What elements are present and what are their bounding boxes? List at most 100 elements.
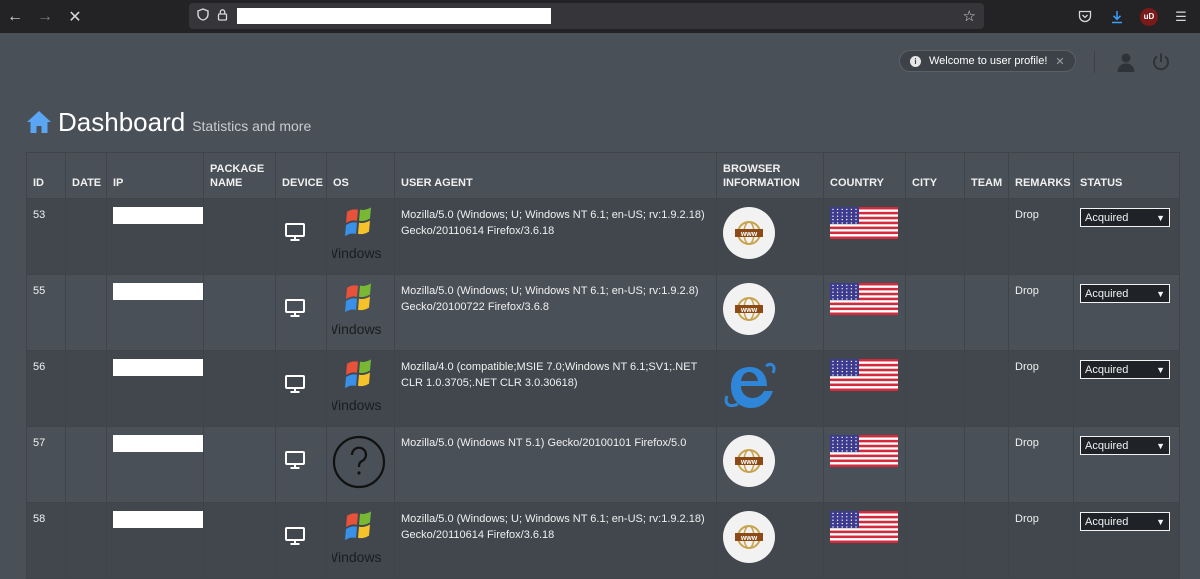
cell-country bbox=[823, 274, 906, 351]
monitor-icon bbox=[285, 375, 305, 393]
cell-city bbox=[905, 502, 965, 579]
column-header[interactable]: OS bbox=[326, 152, 395, 199]
cell-device bbox=[275, 198, 327, 275]
os-label: Windows 7 bbox=[332, 397, 386, 413]
close-icon[interactable]: ✕ bbox=[1055, 55, 1064, 68]
status-select[interactable]: Acquired ▼ bbox=[1080, 436, 1170, 455]
us-flag-icon bbox=[830, 283, 898, 315]
monitor-icon bbox=[285, 299, 305, 317]
pocket-icon[interactable] bbox=[1076, 8, 1094, 26]
power-icon[interactable] bbox=[1151, 52, 1171, 72]
cell-package-name bbox=[203, 426, 276, 503]
cell-package-name bbox=[203, 350, 276, 427]
stop-icon[interactable]: ✕ bbox=[60, 2, 90, 32]
table-row[interactable]: 53 Windows 7 Mozilla/5.0 (Windows; U; Wi… bbox=[26, 198, 1180, 275]
status-select[interactable]: Acquired ▼ bbox=[1080, 208, 1170, 227]
svg-text:www: www bbox=[740, 307, 758, 314]
url-redacted bbox=[237, 8, 551, 24]
cell-user-agent: Mozilla/5.0 (Windows; U; Windows NT 6.1;… bbox=[394, 198, 717, 275]
column-header[interactable]: ID bbox=[26, 152, 66, 199]
svg-text:www: www bbox=[740, 459, 758, 466]
download-icon[interactable] bbox=[1108, 8, 1126, 26]
column-header[interactable]: REMARKS bbox=[1008, 152, 1074, 199]
cell-status: Acquired ▼ bbox=[1073, 502, 1180, 579]
menu-icon[interactable]: ☰ bbox=[1172, 8, 1190, 26]
internet-explorer-icon bbox=[724, 362, 776, 408]
column-header[interactable]: DATE bbox=[65, 152, 107, 199]
svg-text:www: www bbox=[740, 231, 758, 238]
windows7-logo-icon: Windows 7 bbox=[325, 359, 393, 413]
info-icon: i bbox=[910, 55, 921, 67]
back-icon[interactable]: ← bbox=[0, 2, 30, 32]
forward-icon[interactable]: → bbox=[30, 2, 60, 32]
os-label: Windows 7 bbox=[332, 245, 386, 261]
ip-redacted bbox=[113, 207, 207, 224]
status-value: Acquired bbox=[1085, 211, 1129, 224]
column-header[interactable]: DEVICE bbox=[275, 152, 327, 199]
page-subtitle: Statistics and more bbox=[192, 118, 312, 134]
cell-os: Windows 7 bbox=[325, 274, 395, 351]
cell-ip bbox=[106, 198, 207, 275]
cell-os: Windows 7 bbox=[325, 502, 395, 579]
cell-ip bbox=[106, 274, 207, 351]
ip-redacted bbox=[113, 359, 207, 376]
cell-status: Acquired ▼ bbox=[1073, 426, 1180, 503]
status-select[interactable]: Acquired ▼ bbox=[1080, 360, 1170, 379]
column-header[interactable]: CITY bbox=[905, 152, 965, 199]
ip-redacted bbox=[113, 435, 207, 452]
www-globe-icon: www bbox=[723, 207, 775, 259]
svg-text:www: www bbox=[740, 535, 758, 542]
cell-browser-information: www bbox=[716, 198, 824, 275]
status-select[interactable]: Acquired ▼ bbox=[1080, 512, 1170, 531]
column-header[interactable]: IP bbox=[106, 152, 204, 199]
star-icon[interactable]: ☆ bbox=[963, 7, 976, 25]
table-row[interactable]: 56 Windows 7 Mozilla/4.0 (compatible;MSI… bbox=[26, 350, 1180, 427]
cell-id: 53 bbox=[26, 198, 66, 275]
table-row[interactable]: 57 Mozilla/5.0 (Windows NT 5.1) Gecko/20… bbox=[26, 426, 1180, 503]
cell-browser-information bbox=[716, 350, 824, 427]
status-select[interactable]: Acquired ▼ bbox=[1080, 284, 1170, 303]
cell-user-agent: Mozilla/5.0 (Windows NT 5.1) Gecko/20100… bbox=[394, 426, 717, 503]
column-header[interactable]: COUNTRY bbox=[823, 152, 906, 199]
cell-id: 56 bbox=[26, 350, 66, 427]
column-header[interactable]: PACKAGE NAME bbox=[203, 152, 276, 199]
cell-browser-information: www bbox=[716, 274, 824, 351]
table-row[interactable]: 55 Windows 7 Mozilla/5.0 (Windows; U; Wi… bbox=[26, 274, 1180, 351]
us-flag-icon bbox=[830, 435, 898, 467]
cell-team bbox=[964, 502, 1009, 579]
ip-redacted bbox=[113, 511, 207, 528]
url-bar[interactable]: ☆ bbox=[189, 3, 984, 29]
question-mark-icon bbox=[332, 435, 386, 489]
cell-country bbox=[823, 350, 906, 427]
lock-icon[interactable] bbox=[217, 8, 228, 24]
table-row[interactable]: 58 Windows 7 Mozilla/5.0 (Windows; U; Wi… bbox=[26, 502, 1180, 579]
cell-ip bbox=[106, 502, 207, 579]
cell-remarks: Drop bbox=[1008, 426, 1074, 503]
cell-user-agent: Mozilla/4.0 (compatible;MSIE 7.0;Windows… bbox=[394, 350, 717, 427]
column-header[interactable]: BROWSER INFORMATION bbox=[716, 152, 824, 199]
shield-icon[interactable] bbox=[197, 8, 209, 24]
cell-date bbox=[65, 198, 107, 275]
chevron-down-icon: ▼ bbox=[1156, 212, 1165, 223]
welcome-text: Welcome to user profile! bbox=[929, 55, 1048, 67]
column-header[interactable]: STATUS bbox=[1073, 152, 1180, 199]
cell-os bbox=[326, 426, 395, 503]
cell-ip bbox=[106, 426, 207, 503]
chevron-down-icon: ▼ bbox=[1156, 288, 1165, 299]
us-flag-icon bbox=[830, 359, 898, 391]
chevron-down-icon: ▼ bbox=[1156, 440, 1165, 451]
dashboard-page: i Welcome to user profile! ✕ Dashboard S… bbox=[0, 33, 1200, 579]
status-value: Acquired bbox=[1085, 363, 1129, 376]
os-label: Windows 7 bbox=[332, 549, 386, 565]
status-value: Acquired bbox=[1085, 439, 1129, 452]
column-header[interactable]: USER AGENT bbox=[394, 152, 717, 199]
user-icon[interactable] bbox=[1115, 51, 1137, 73]
ublock-icon[interactable]: uD bbox=[1140, 7, 1158, 26]
cell-date bbox=[65, 350, 107, 427]
cell-user-agent: Mozilla/5.0 (Windows; U; Windows NT 6.1;… bbox=[394, 502, 717, 579]
column-header[interactable]: TEAM bbox=[964, 152, 1009, 199]
page-header: Dashboard Statistics and more bbox=[26, 107, 311, 137]
windows7-logo-icon: Windows 7 bbox=[325, 511, 393, 565]
cell-date bbox=[65, 426, 107, 503]
cell-remarks: Drop bbox=[1008, 274, 1074, 351]
